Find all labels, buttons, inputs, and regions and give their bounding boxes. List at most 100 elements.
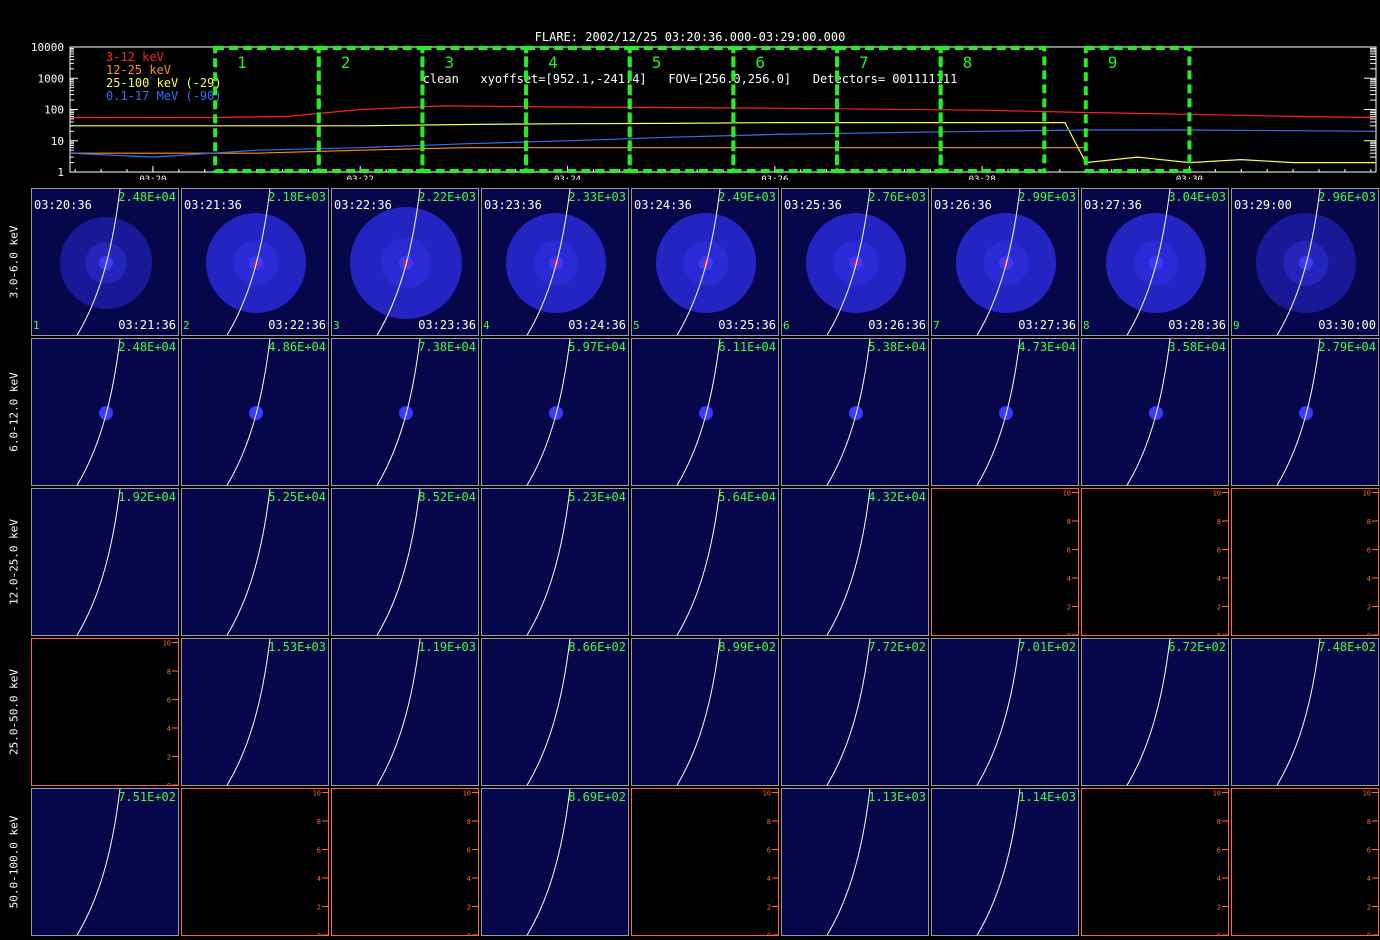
- image-panel: 1.19E+03: [331, 638, 479, 786]
- empty-image-panel: 0 2 4 6 8 10: [1081, 788, 1229, 936]
- empty-axis-label: 2: [1367, 904, 1371, 912]
- peak-flux-label: 6.72E+02: [1168, 640, 1226, 654]
- solar-limb-line: [226, 639, 271, 785]
- solar-limb-line: [676, 489, 721, 635]
- solar-limb-line: [226, 489, 271, 635]
- interval-number: 1: [33, 319, 40, 332]
- peak-flux-label: 7.72E+02: [868, 640, 926, 654]
- solar-limb-line: [376, 489, 421, 635]
- empty-axis-label: 4: [1067, 575, 1071, 583]
- peak-flux-label: 5.25E+04: [268, 490, 326, 504]
- empty-axis-label: 8: [1217, 818, 1221, 826]
- energy-band-label: 50.0-100.0 keV: [0, 788, 28, 936]
- solar-limb-line: [376, 639, 421, 785]
- image-panel: 6.11E+04: [631, 338, 779, 486]
- image-panel: 5.38E+04: [781, 338, 929, 486]
- interval-start-time: 03:27:36: [1084, 198, 1142, 212]
- energy-band-label: 12.0-25.0 keV: [0, 488, 28, 636]
- peak-flux-label: 8.52E+04: [418, 490, 476, 504]
- empty-axis-label: 6: [1217, 547, 1221, 555]
- empty-axis-label: 6: [467, 847, 471, 855]
- empty-axis-label: 2: [1067, 604, 1071, 612]
- empty-axis-label: 4: [767, 875, 771, 883]
- image-panel: 2.18E+03 03:21:36 03:22:36 2: [181, 188, 329, 336]
- empty-axis-label: 0: [1217, 932, 1221, 936]
- solar-image: [526, 639, 571, 785]
- interval-end-time: 03:22:36: [268, 318, 326, 332]
- solar-image: [1276, 339, 1321, 485]
- image-panel: 2.48E+04: [31, 338, 179, 486]
- solar-image: [976, 789, 1021, 935]
- empty-axis-label: 10: [1363, 490, 1371, 498]
- solar-limb-line: [826, 339, 871, 485]
- peak-flux-label: 6.11E+04: [718, 340, 776, 354]
- empty-image-panel: 0 2 4 6 8 10: [31, 638, 179, 786]
- peak-flux-label: 2.99E+03: [1018, 190, 1076, 204]
- solar-image: [226, 339, 271, 485]
- energy-band-text: 50.0-100.0 keV: [7, 815, 21, 909]
- image-panel: 2.79E+04: [1231, 338, 1379, 486]
- empty-axis-label: 4: [1217, 575, 1221, 583]
- empty-axis-label: 10: [1213, 490, 1221, 498]
- solar-limb-line: [976, 789, 1021, 935]
- interval-number: 5: [633, 319, 640, 332]
- energy-band-label: 3.0-6.0 keV: [0, 188, 28, 336]
- interval-start-time: 03:20:36: [34, 198, 92, 212]
- peak-flux-label: 3.04E+03: [1168, 190, 1226, 204]
- image-panel: 4.86E+04: [181, 338, 329, 486]
- solar-image: [976, 339, 1021, 485]
- energy-band-label: 25.0-50.0 keV: [0, 638, 28, 786]
- interval-start-time: 03:24:36: [634, 198, 692, 212]
- peak-flux-label: 2.79E+04: [1318, 340, 1376, 354]
- solar-limb-line: [676, 339, 721, 485]
- empty-axis-label: 0: [317, 932, 321, 936]
- empty-axis-label: 8: [467, 818, 471, 826]
- solar-image: [76, 789, 121, 935]
- empty-axis-label: 10: [763, 790, 771, 798]
- peak-flux-label: 1.13E+03: [868, 790, 926, 804]
- interval-start-time: 03:22:36: [334, 198, 392, 212]
- peak-flux-label: 1.53E+03: [268, 640, 326, 654]
- solar-limb-line: [1126, 639, 1171, 785]
- solar-image: [526, 789, 571, 935]
- empty-axis-label: 2: [467, 904, 471, 912]
- peak-flux-label: 7.48E+02: [1318, 640, 1376, 654]
- interval-number: 8: [1083, 319, 1090, 332]
- image-panel: 7.38E+04: [331, 338, 479, 486]
- solar-image: [826, 489, 871, 635]
- empty-axis-label: 8: [767, 818, 771, 826]
- image-panel: 2.33E+03 03:23:36 03:24:36 4: [481, 188, 629, 336]
- solar-image: [826, 339, 871, 485]
- interval-number: 6: [783, 319, 790, 332]
- solar-image: [976, 639, 1021, 785]
- image-panel: 7.51E+02: [31, 788, 179, 936]
- image-panel: 1.14E+03: [931, 788, 1079, 936]
- solar-limb-line: [826, 789, 871, 935]
- energy-band-text: 25.0-50.0 keV: [7, 668, 21, 756]
- empty-axis-label: 2: [1217, 904, 1221, 912]
- empty-axis-label: 8: [167, 668, 171, 676]
- empty-axis-label: 2: [317, 904, 321, 912]
- peak-flux-label: 2.96E+03: [1318, 190, 1376, 204]
- peak-flux-label: 2.22E+03: [418, 190, 476, 204]
- solar-limb-line: [76, 339, 121, 485]
- image-panel: 2.22E+03 03:22:36 03:23:36 3: [331, 188, 479, 336]
- image-panel: 8.52E+04: [331, 488, 479, 636]
- empty-axis-label: 4: [1367, 575, 1371, 583]
- energy-band-text: 12.0-25.0 keV: [7, 518, 21, 606]
- empty-axis-label: 2: [767, 904, 771, 912]
- empty-panel-axes: 0 2 4 6 8 10: [313, 790, 328, 936]
- solar-limb-line: [526, 339, 571, 485]
- interval-end-time: 03:28:36: [1168, 318, 1226, 332]
- interval-start-time: 03:23:36: [484, 198, 542, 212]
- image-panel: 2.48E+04 03:20:36 03:21:36 1: [31, 188, 179, 336]
- empty-axis-label: 6: [1067, 547, 1071, 555]
- empty-axis-label: 10: [313, 790, 321, 798]
- image-panel: 7.01E+02: [931, 638, 1079, 786]
- empty-panel-axes: 0 2 4 6 8 10: [463, 790, 478, 936]
- empty-axis-label: 0: [467, 932, 471, 936]
- empty-axis-label: 8: [1367, 818, 1371, 826]
- solar-limb-line: [76, 489, 121, 635]
- solar-image: [1126, 639, 1171, 785]
- peak-flux-label: 7.01E+02: [1018, 640, 1076, 654]
